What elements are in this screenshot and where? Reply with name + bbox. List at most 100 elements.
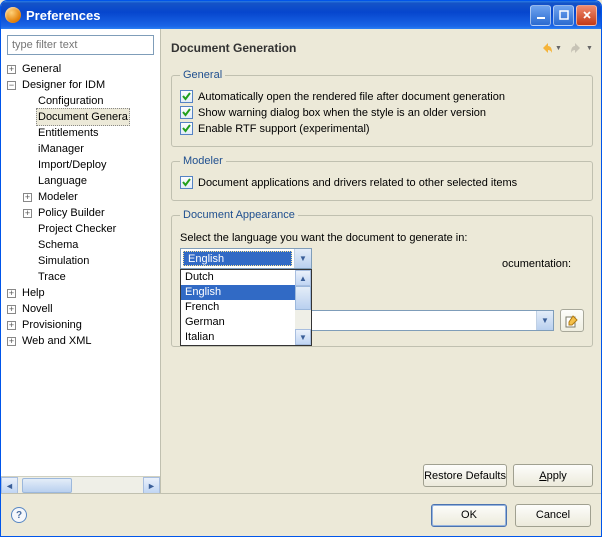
tree-item[interactable]: Entitlements: [1, 125, 160, 141]
document-apps-checkbox[interactable]: [180, 176, 193, 189]
forward-icon[interactable]: [570, 41, 584, 55]
chevron-down-icon[interactable]: ▼: [294, 249, 311, 268]
tree-item-label: Provisioning: [20, 317, 84, 333]
app-icon: [5, 7, 21, 23]
tree-item[interactable]: Configuration: [1, 93, 160, 109]
document-apps-label: Document applications and drivers relate…: [198, 177, 517, 189]
modeler-group: Modeler Document applications and driver…: [171, 155, 593, 201]
tree-item[interactable]: + Modeler: [1, 189, 160, 205]
tree-item[interactable]: Document Genera: [1, 109, 160, 125]
expand-icon[interactable]: +: [7, 337, 16, 346]
tree-item[interactable]: −Designer for IDM: [1, 77, 160, 93]
back-menu-icon[interactable]: ▼: [555, 41, 562, 55]
forward-menu-icon[interactable]: ▼: [586, 41, 593, 55]
tree-item[interactable]: + Policy Builder: [1, 205, 160, 221]
sidebar: + General−Designer for IDMConfigurationDo…: [1, 29, 161, 493]
scroll-track[interactable]: [18, 477, 143, 493]
expand-icon[interactable]: +: [7, 65, 16, 74]
general-legend: General: [180, 69, 225, 81]
edit-icon: [564, 313, 580, 329]
language-dropdown[interactable]: DutchEnglishFrenchGermanItalian ▲ ▼: [180, 269, 312, 346]
show-warning-checkbox[interactable]: [180, 106, 193, 119]
preferences-dialog: Preferences +General−Designer for IDMCon…: [0, 0, 602, 537]
tree-item[interactable]: Import/Deploy: [1, 157, 160, 173]
scroll-down-button[interactable]: ▼: [295, 329, 311, 345]
tree-item[interactable]: Trace: [1, 269, 160, 285]
tree-item[interactable]: Schema: [1, 237, 160, 253]
tree-item[interactable]: Project Checker: [1, 221, 160, 237]
tree-horizontal-scrollbar[interactable]: ◄ ►: [1, 476, 160, 493]
auto-open-checkbox[interactable]: [180, 90, 193, 103]
scroll-right-button[interactable]: ►: [143, 477, 160, 494]
tree-item-label: Policy Builder: [36, 205, 107, 221]
scroll-thumb[interactable]: [22, 478, 72, 493]
apply-button[interactable]: Apply: [513, 464, 593, 487]
dropdown-scrollbar[interactable]: ▲ ▼: [295, 270, 311, 345]
filter-wrap: [7, 35, 154, 55]
tree-item-label: General: [20, 61, 63, 77]
language-option[interactable]: German: [181, 315, 295, 330]
main-panel: Document Generation ▼ ▼ General Automati…: [161, 29, 601, 493]
ok-button[interactable]: OK: [431, 504, 507, 527]
tree-item[interactable]: + Web and XML: [1, 333, 160, 349]
preferences-tree[interactable]: + General−Designer for IDMConfigurationDo…: [1, 59, 160, 476]
footer: ? OK Cancel: [1, 494, 601, 536]
appearance-legend: Document Appearance: [180, 209, 298, 221]
tree-item[interactable]: + Provisioning: [1, 317, 160, 333]
maximize-button[interactable]: [553, 5, 574, 26]
enable-rtf-label: Enable RTF support (experimental): [198, 123, 370, 135]
css-label-partial: ocumentation:: [502, 258, 571, 270]
back-icon[interactable]: [539, 41, 553, 55]
expand-icon[interactable]: +: [7, 321, 16, 330]
window-title: Preferences: [26, 8, 528, 23]
tree-item-label: Language: [36, 173, 89, 189]
tree-item-label: Novell: [20, 301, 55, 317]
titlebar[interactable]: Preferences: [1, 1, 601, 29]
language-option[interactable]: Dutch: [181, 270, 295, 285]
tree-item[interactable]: Language: [1, 173, 160, 189]
collapse-icon[interactable]: −: [7, 81, 16, 90]
expand-icon[interactable]: +: [23, 193, 32, 202]
tree-item-label: Modeler: [36, 189, 80, 205]
show-warning-label: Show warning dialog box when the style i…: [198, 107, 486, 119]
expand-icon[interactable]: +: [7, 289, 16, 298]
language-option[interactable]: French: [181, 300, 295, 315]
tree-item[interactable]: Simulation: [1, 253, 160, 269]
browse-button[interactable]: [560, 309, 584, 332]
scroll-up-button[interactable]: ▲: [295, 270, 311, 286]
filter-input[interactable]: [7, 35, 154, 55]
help-icon[interactable]: ?: [11, 507, 27, 523]
tree-item[interactable]: iManager: [1, 141, 160, 157]
tree-item-label: Trace: [36, 269, 68, 285]
enable-rtf-checkbox[interactable]: [180, 122, 193, 135]
general-group: General Automatically open the rendered …: [171, 69, 593, 147]
tree-item-label: Help: [20, 285, 47, 301]
chevron-down-icon[interactable]: ▼: [536, 311, 553, 330]
tree-item-label: Import/Deploy: [36, 157, 108, 173]
scroll-thumb[interactable]: [295, 286, 311, 310]
language-select[interactable]: English ▼: [180, 248, 312, 269]
language-option[interactable]: English: [181, 285, 295, 300]
tree-item-label: Entitlements: [36, 125, 101, 141]
cancel-button[interactable]: Cancel: [515, 504, 591, 527]
minimize-button[interactable]: [530, 5, 551, 26]
modeler-legend: Modeler: [180, 155, 226, 167]
restore-defaults-button[interactable]: Restore Defaults: [423, 464, 507, 487]
tree-item[interactable]: + General: [1, 61, 160, 77]
expand-icon[interactable]: +: [23, 209, 32, 218]
tree-item-label: iManager: [36, 141, 86, 157]
tree-item-label: Simulation: [36, 253, 91, 269]
tree-item[interactable]: + Novell: [1, 301, 160, 317]
tree-item-label: Designer for IDM: [20, 77, 107, 93]
scroll-left-button[interactable]: ◄: [1, 477, 18, 494]
tree-item-label: Configuration: [36, 93, 105, 109]
content: +General−Designer for IDMConfigurationDo…: [1, 29, 601, 536]
tree-item-label: Schema: [36, 237, 80, 253]
tree-item-label: Project Checker: [36, 221, 118, 237]
expand-icon[interactable]: +: [7, 305, 16, 314]
tree-item[interactable]: + Help: [1, 285, 160, 301]
language-option[interactable]: Italian: [181, 330, 295, 345]
tree-item-label: Web and XML: [20, 333, 94, 349]
appearance-group: Document Appearance Select the language …: [171, 209, 593, 347]
close-button[interactable]: [576, 5, 597, 26]
